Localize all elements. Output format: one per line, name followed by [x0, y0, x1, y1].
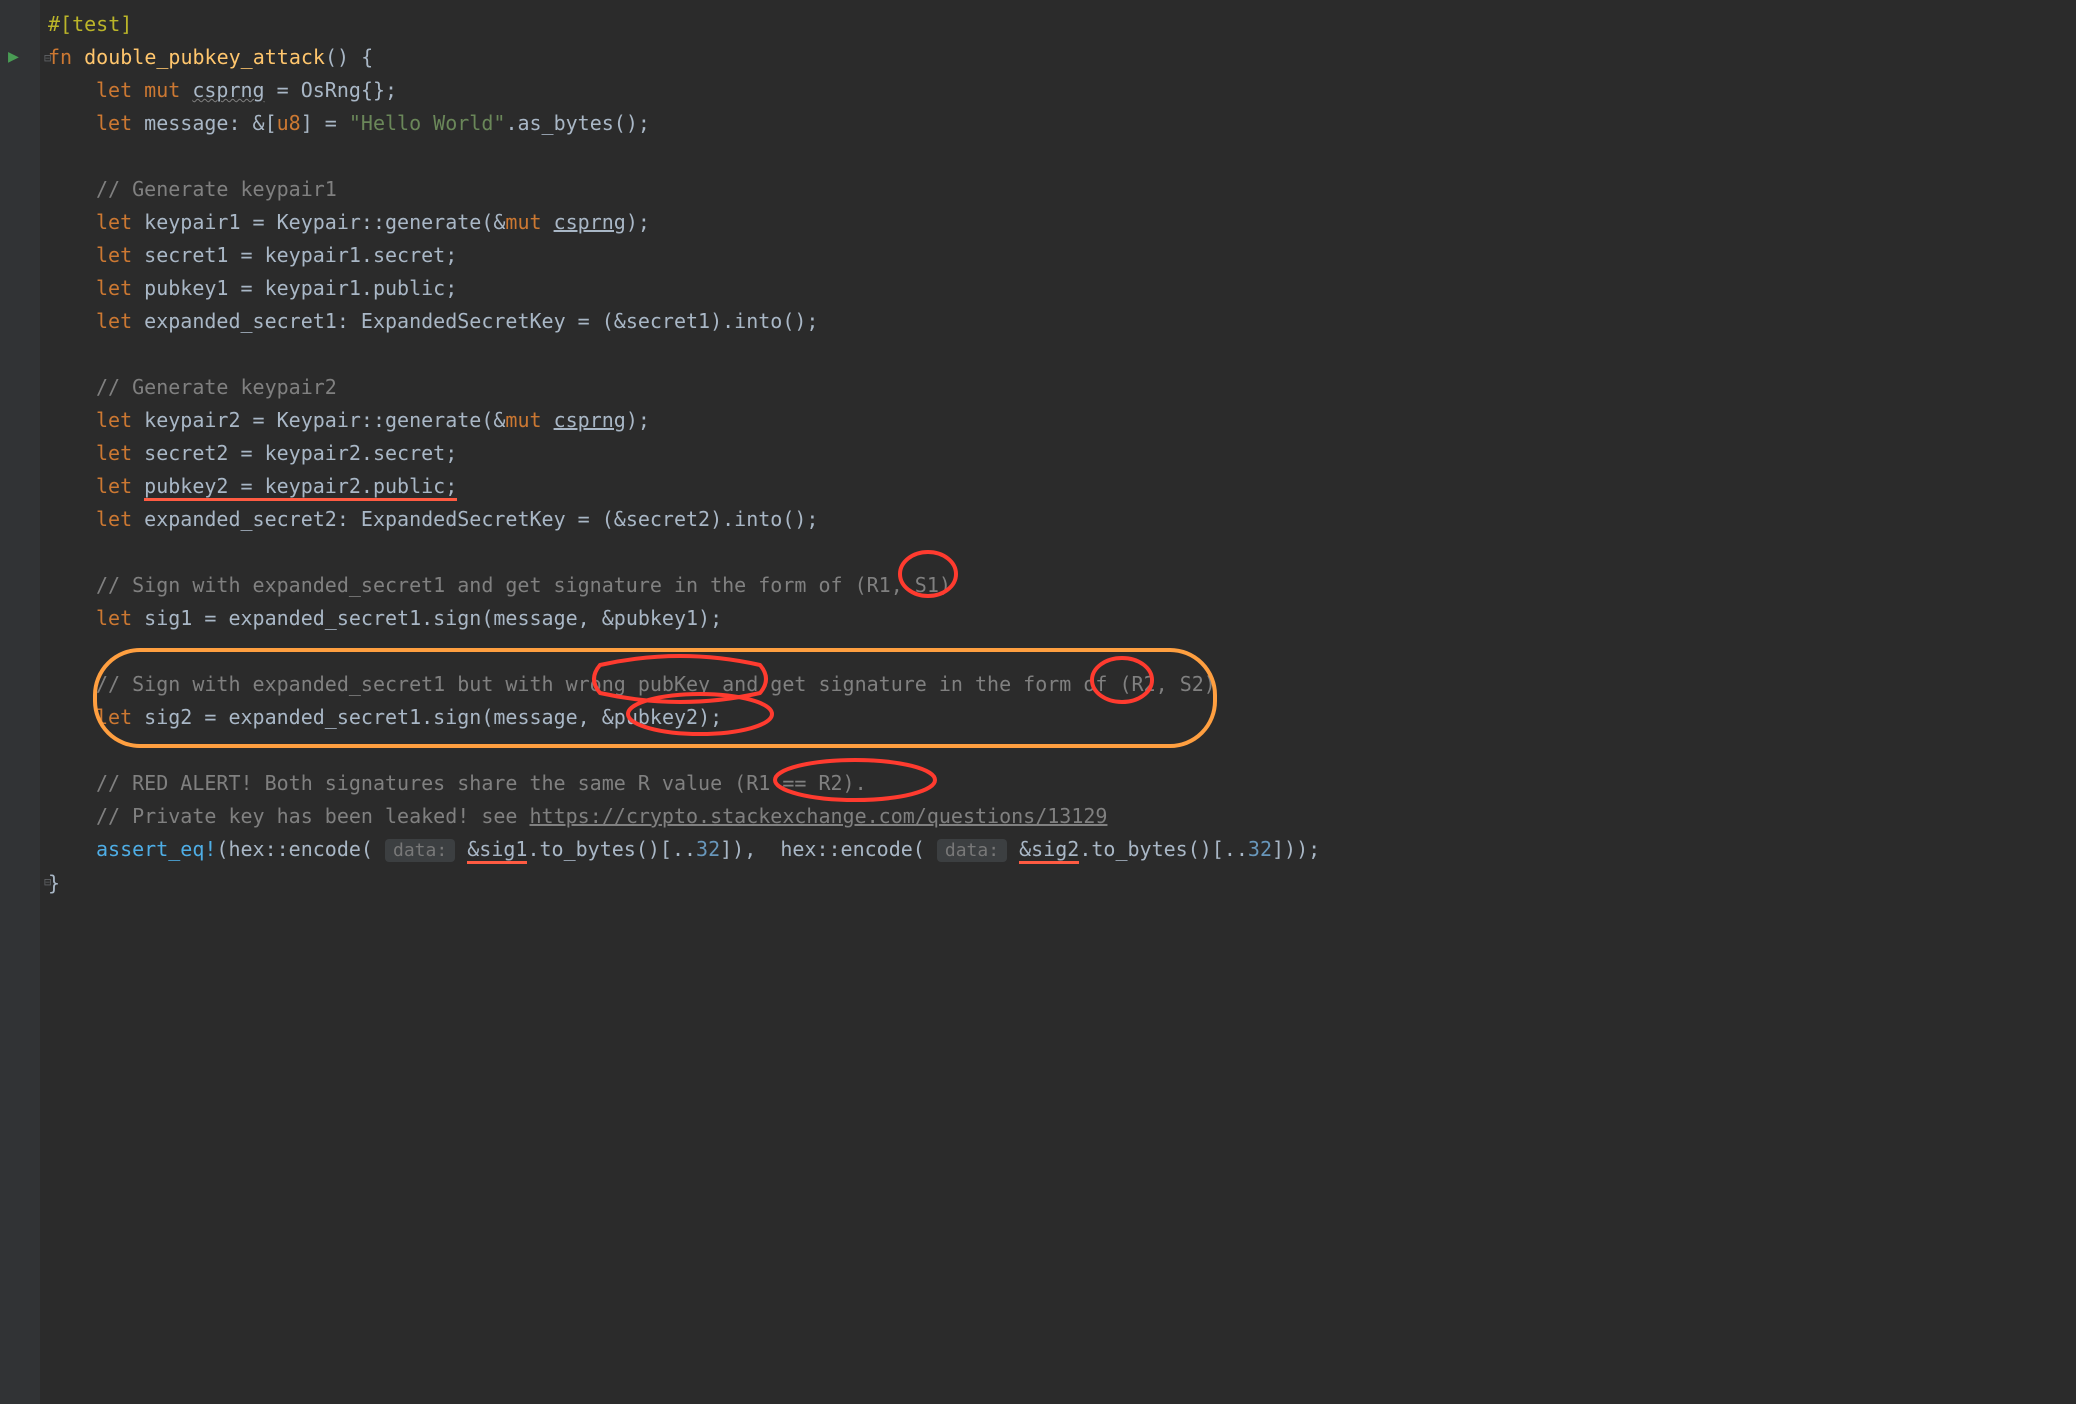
kw-let: let	[96, 507, 144, 531]
kw-let: let	[96, 276, 144, 300]
csprng-ref: csprng	[554, 210, 626, 234]
keypair2-b: );	[626, 408, 650, 432]
var-csprng: csprng	[192, 78, 264, 102]
kw-let: let	[96, 243, 144, 267]
inlay-hint-data-2: data:	[937, 839, 1007, 862]
kw-let: let	[96, 474, 144, 498]
assert-eq-macro: assert_eq!	[96, 837, 216, 861]
keypair1-b: );	[626, 210, 650, 234]
comment-sign2: // Sign with expanded_secret1 but with w…	[96, 672, 1216, 696]
assert-d: .to_bytes()[..	[1079, 837, 1248, 861]
kw-let: let	[96, 111, 144, 135]
sig2-b: &pubkey2);	[602, 705, 722, 729]
test-attribute: #[test]	[48, 12, 132, 36]
sp1	[455, 837, 467, 861]
pubkey2-underlined: pubkey2 = keypair2.public;	[144, 474, 457, 501]
fn-name: double_pubkey_attack	[84, 45, 325, 69]
string-literal: "Hello World"	[349, 111, 506, 135]
fn-params: () {	[325, 45, 373, 69]
message-tail: .as_bytes();	[505, 111, 650, 135]
expanded1: expanded_secret1: ExpandedSecretKey = (&…	[144, 309, 818, 333]
expanded2: expanded_secret2: ExpandedSecretKey = (&…	[144, 507, 818, 531]
secret2: secret2 = keypair2.secret;	[144, 441, 457, 465]
sig2-ref: &sig2	[1019, 837, 1079, 864]
assert-b: .to_bytes()[..	[527, 837, 696, 861]
assert-a: (hex::encode(	[216, 837, 385, 861]
comment-keypair1: // Generate keypair1	[96, 177, 337, 201]
num-32-b: 32	[1248, 837, 1272, 861]
kw-let: let	[96, 408, 144, 432]
kw-mut: mut	[144, 78, 192, 102]
sig2-a: sig2 = expanded_secret1.sign(message,	[144, 705, 602, 729]
sig1-line: sig1 = expanded_secret1.sign(message, &p…	[144, 606, 722, 630]
kw-let: let	[96, 705, 144, 729]
comment-leak: // Private key has been leaked! see	[96, 804, 529, 828]
message-decl-b: ] =	[301, 111, 349, 135]
csprng-ref-2: csprng	[554, 408, 626, 432]
kw-fn: fn	[48, 45, 84, 69]
kw-let: let	[96, 78, 144, 102]
kw-let: let	[96, 441, 144, 465]
message-decl-a: message: &[	[144, 111, 276, 135]
comment-red-alert: // RED ALERT! Both signatures share the …	[96, 771, 867, 795]
link-stackexchange[interactable]: https://crypto.stackexchange.com/questio…	[529, 804, 1107, 828]
csprng-init: = OsRng{};	[265, 78, 397, 102]
kw-mut: mut	[505, 408, 553, 432]
kw-let: let	[96, 606, 144, 630]
assert-e: ]));	[1272, 837, 1320, 861]
code-area[interactable]: #[test] fn double_pubkey_attack() { let …	[40, 0, 2076, 900]
keypair2-a: keypair2 = Keypair::generate(&	[144, 408, 505, 432]
run-test-icon[interactable]: ▶	[8, 40, 19, 73]
editor-viewport: ▶ ⊟ #[test] fn double_pubkey_attack() { …	[0, 0, 2076, 1404]
inlay-hint-data-1: data:	[385, 839, 455, 862]
kw-let: let	[96, 309, 144, 333]
num-32-a: 32	[696, 837, 720, 861]
type-u8: u8	[277, 111, 301, 135]
secret1: secret1 = keypair1.secret;	[144, 243, 457, 267]
comment-sign1: // Sign with expanded_secret1 and get si…	[96, 573, 951, 597]
comment-keypair2: // Generate keypair2	[96, 375, 337, 399]
assert-c: ]), hex::encode(	[720, 837, 937, 861]
kw-let: let	[96, 210, 144, 234]
keypair1-a: keypair1 = Keypair::generate(&	[144, 210, 505, 234]
gutter: ▶	[0, 0, 40, 1404]
kw-mut: mut	[505, 210, 553, 234]
sig1-ref: &sig1	[467, 837, 527, 864]
pubkey1: pubkey1 = keypair1.public;	[144, 276, 457, 300]
sp2	[1007, 837, 1019, 861]
fold-close-icon[interactable]: ⊟	[44, 866, 51, 899]
